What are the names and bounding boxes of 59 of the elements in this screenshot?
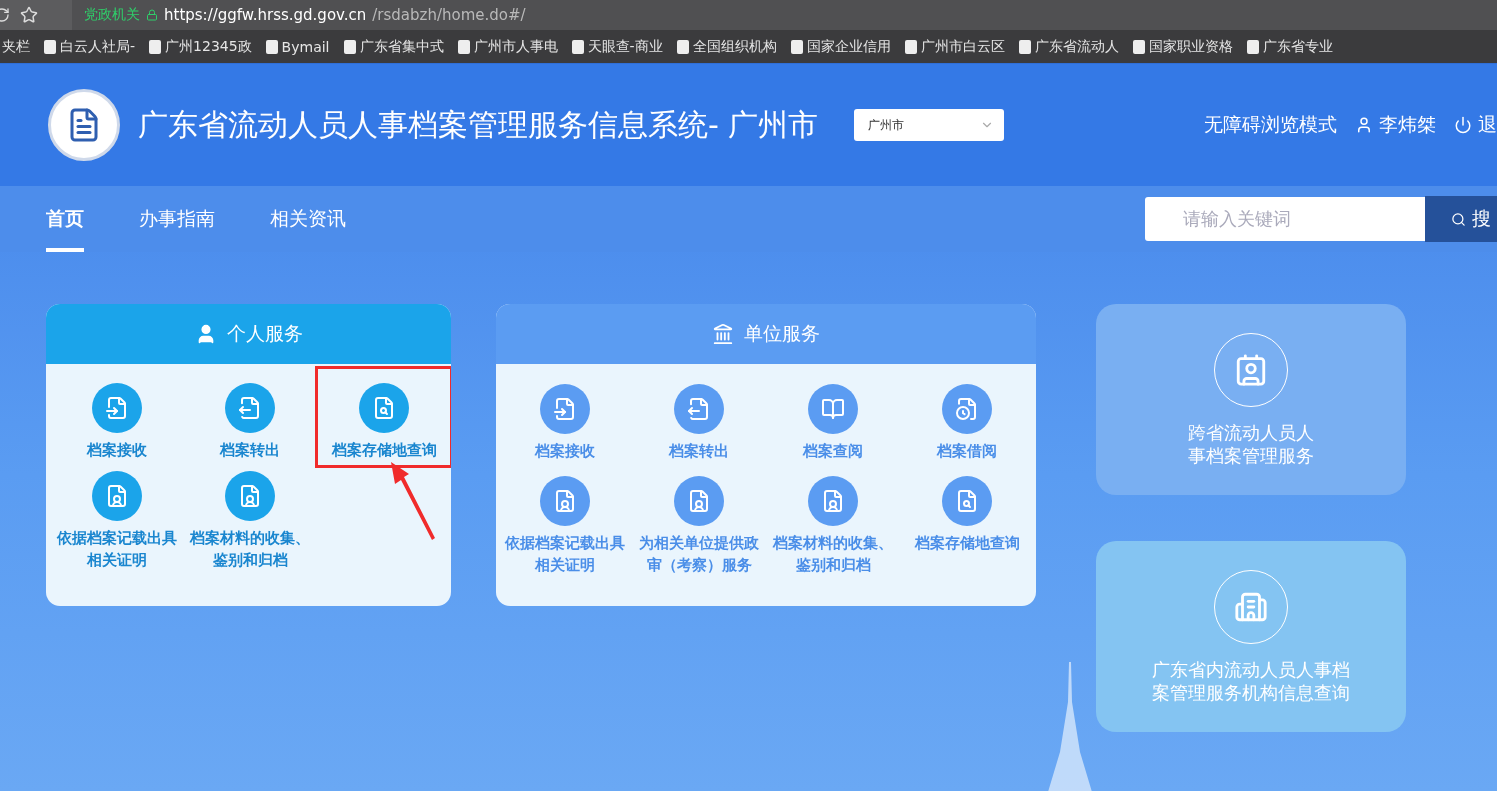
site-label: 党政机关 <box>84 6 140 24</box>
bookmark-link[interactable]: 天眼查-商业 <box>571 37 663 56</box>
service-item[interactable]: 档案借阅 <box>900 382 1034 466</box>
service-item[interactable]: 档案接收 <box>498 382 632 466</box>
service-item[interactable]: 档案查阅 <box>766 382 900 466</box>
bookmark-link[interactable]: 国家职业资格 <box>1132 37 1233 56</box>
power-icon[interactable] <box>1454 116 1472 134</box>
bookmark-star-icon[interactable] <box>20 6 38 24</box>
service-item[interactable]: 档案存储地查询 <box>900 474 1034 580</box>
search-button[interactable]: 搜 <box>1425 196 1497 242</box>
user-name[interactable]: 李炜桀 <box>1379 112 1436 138</box>
document-icon <box>674 476 724 526</box>
accessibility-link[interactable]: 无障碍浏览模式 <box>1204 112 1337 138</box>
logout-link[interactable]: 退 <box>1478 112 1497 138</box>
bookmark-link[interactable]: 广州市人事电 <box>457 37 558 56</box>
nav-tab[interactable]: 首页 <box>46 186 84 252</box>
document-icon <box>225 471 276 521</box>
bookmark-link[interactable]: 广东省集中式 <box>343 37 444 56</box>
bookmark-link[interactable]: 广东省流动人 <box>1018 37 1119 56</box>
card-title: 单位服务 <box>744 321 820 346</box>
address-bar[interactable]: 党政机关 https://ggfw.hrss.gd.gov.cn /rsdabzh/home.do#/ <box>72 0 1497 30</box>
bookmark-link[interactable]: 夹栏 <box>2 37 30 56</box>
document-icon <box>359 383 410 433</box>
url-path: /rsdabzh/home.do#/ <box>372 6 526 24</box>
service-item[interactable]: 为相关单位提供政审（考察）服务 <box>632 474 766 580</box>
lock-icon <box>146 9 158 21</box>
nav-tab[interactable]: 办事指南 <box>139 186 215 252</box>
document-icon <box>91 383 142 433</box>
bookmark-link[interactable]: Bymail <box>265 38 330 55</box>
url-host: https://ggfw.hrss.gd.gov.cn <box>164 6 367 24</box>
site-title: 广东省流动人员人事档案管理服务信息系统- 广州市 <box>138 105 819 144</box>
card-title: 个人服务 <box>226 321 303 346</box>
bookmark-link[interactable]: 广州市白云区 <box>904 37 1005 56</box>
card-label: 跨省流动人员人 事档案管理服务 <box>1188 420 1314 467</box>
user-icon <box>1355 116 1373 134</box>
bank-icon <box>712 323 734 345</box>
document-icon <box>808 384 858 434</box>
service-item[interactable]: 档案存储地查询 <box>315 366 451 468</box>
bookmark-link[interactable]: 广东省专业 <box>1246 37 1333 56</box>
document-icon <box>942 476 992 526</box>
document-icon <box>540 384 590 434</box>
bookmark-link[interactable]: 白云人社局- <box>44 37 136 56</box>
search-field[interactable]: 请输入关键词 <box>1145 197 1425 241</box>
document-icon <box>540 476 590 526</box>
bookmark-link[interactable]: 国家企业信用 <box>790 37 891 56</box>
service-item[interactable]: 档案转出 <box>632 382 766 466</box>
nav-tab[interactable]: 相关资讯 <box>270 186 346 252</box>
feature-card[interactable]: 跨省流动人员人 事档案管理服务 <box>1096 304 1406 495</box>
service-item[interactable]: 依据档案记载出具相关证明 <box>498 474 632 580</box>
card-label: 广东省内流动人员人事档 案管理服务机构信息查询 <box>1152 657 1350 704</box>
bookmark-link[interactable]: 全国组织机构 <box>676 37 777 56</box>
document-icon <box>808 476 858 526</box>
city-select[interactable]: 广州市 <box>854 109 1005 141</box>
document-icon <box>674 384 724 434</box>
document-icon <box>91 471 142 521</box>
bookmark-link[interactable]: 广州12345政 <box>149 37 252 56</box>
service-item[interactable]: 档案材料的收集、鉴别和归档 <box>766 474 900 580</box>
document-icon <box>942 384 992 434</box>
document-icon <box>225 383 276 433</box>
